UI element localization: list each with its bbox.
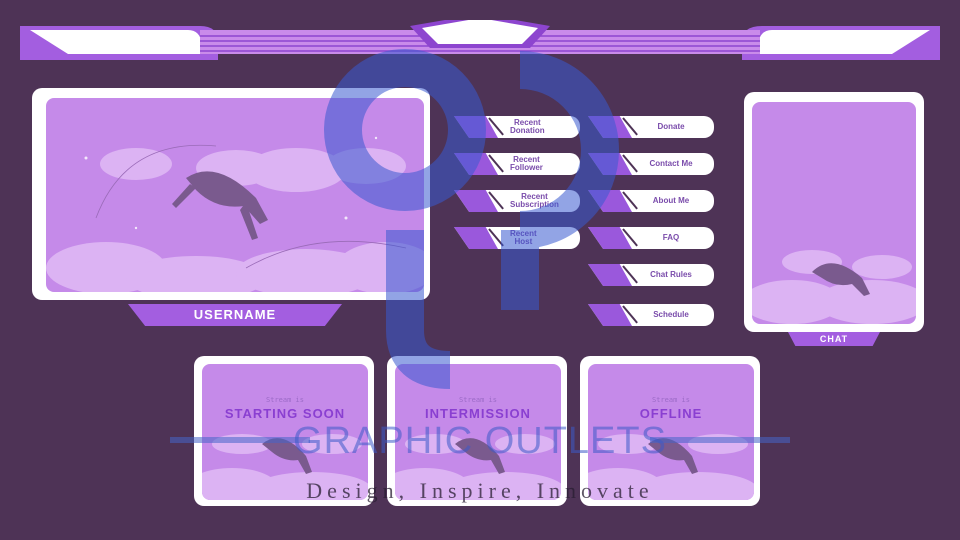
panel-label: Recent Host: [510, 229, 537, 246]
watermark-brand-name: GRAPHIC OUTLETS: [293, 420, 667, 462]
panel-label: Recent Donation: [510, 118, 545, 135]
panel-label: Schedule: [653, 310, 689, 319]
chat-frame: [744, 92, 924, 332]
recent-follower-panel[interactable]: Recent Follower: [454, 153, 580, 175]
panel-label: Contact Me: [649, 159, 693, 168]
recent-donation-panel[interactable]: Recent Donation: [454, 116, 580, 138]
scene-subtitle: Stream is: [652, 396, 690, 404]
donate-panel[interactable]: Donate: [588, 116, 714, 138]
scene-title: OFFLINE: [639, 406, 703, 421]
faq-panel[interactable]: FAQ: [588, 227, 714, 249]
about-me-panel[interactable]: About Me: [588, 190, 714, 212]
schedule-panel[interactable]: Schedule: [588, 304, 714, 326]
main-webcam-frame: [32, 88, 430, 300]
scene-subtitle: Stream is: [459, 396, 497, 404]
panel-label: Recent Subscription: [510, 192, 559, 209]
recent-subscription-panel[interactable]: Recent Subscription: [454, 190, 580, 212]
panel-label: Chat Rules: [650, 270, 692, 279]
scene-title: STARTING SOON: [224, 406, 346, 421]
chat-label: CHAT: [788, 332, 880, 346]
tiger-cloud-illustration: [752, 250, 916, 324]
chat-area: [752, 102, 916, 324]
recent-host-panel[interactable]: Recent Host: [454, 227, 580, 249]
scene-subtitle: Stream is: [266, 396, 304, 404]
scene-title: INTERMISSION: [425, 406, 531, 421]
tiger-cloud-illustration: [46, 136, 424, 292]
top-banner: [20, 20, 940, 60]
panel-label: Donate: [657, 122, 685, 131]
panel-label: Recent Follower: [510, 155, 543, 172]
panel-label: FAQ: [662, 233, 680, 242]
contact-me-panel[interactable]: Contact Me: [588, 153, 714, 175]
chat-rules-panel[interactable]: Chat Rules: [588, 264, 714, 286]
username-label: USERNAME: [128, 304, 342, 326]
watermark-tagline: Design, Inspire, Innovate: [306, 478, 654, 503]
main-webcam-area: [46, 98, 424, 292]
panel-label: About Me: [652, 196, 690, 205]
